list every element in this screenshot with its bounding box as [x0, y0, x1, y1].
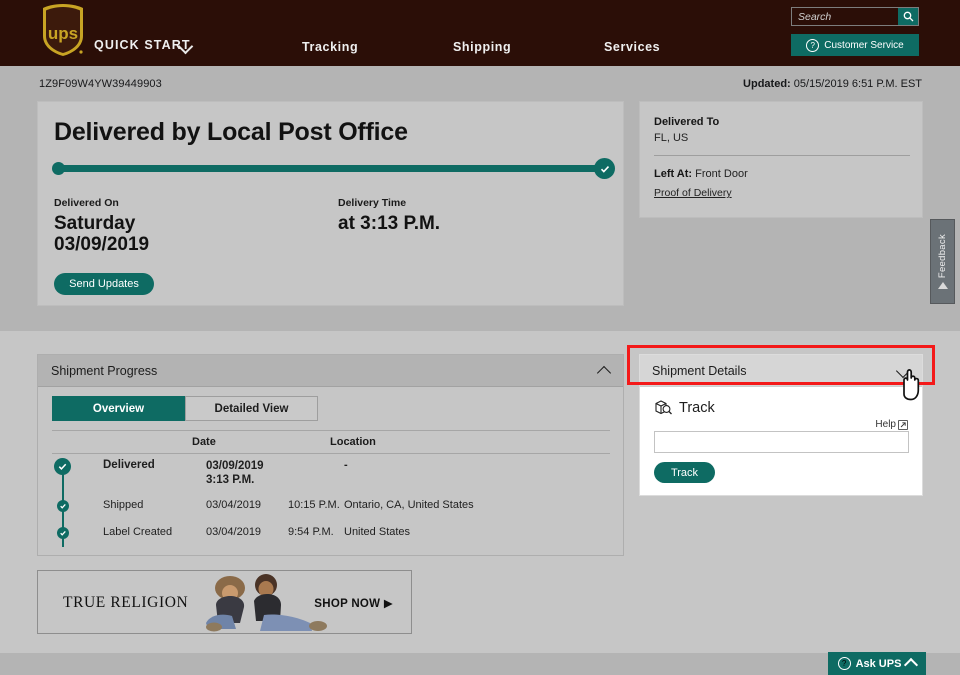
ask-ups-label: Ask UPS: [855, 657, 902, 670]
tab-detailed-view[interactable]: Detailed View: [185, 396, 318, 421]
header-divider: [0, 66, 960, 70]
help-link[interactable]: Help: [875, 419, 908, 430]
row-location: -: [344, 459, 348, 471]
nav-item-shipping[interactable]: Shipping: [453, 40, 511, 54]
row-time: 9:54 P.M.: [288, 526, 334, 538]
question-mark-icon: ?: [806, 38, 820, 52]
left-at-value: Front Door: [695, 168, 748, 180]
site-header: ups QUICK START Tracking Shipping Servic…: [0, 0, 960, 66]
check-icon: [600, 165, 609, 173]
table-header-divider: [52, 453, 610, 454]
search-button[interactable]: [898, 8, 918, 25]
table-top-divider: [52, 430, 610, 431]
nav-item-tracking[interactable]: Tracking: [302, 40, 358, 54]
row-status: Delivered: [103, 459, 155, 471]
tab-overview[interactable]: Overview: [52, 396, 185, 421]
row-location: United States: [344, 526, 411, 538]
delivered-on-day: Saturday: [54, 213, 136, 234]
column-header-location: Location: [330, 436, 376, 448]
delivered-on-label: Delivered On: [54, 197, 119, 209]
status-check-icon: [57, 500, 69, 512]
shipment-progress-tabs: Overview Detailed View: [52, 396, 318, 421]
proof-of-delivery-link[interactable]: Proof of Delivery: [654, 187, 732, 199]
tracking-number: 1Z9F09W4YW39449903: [39, 78, 162, 90]
external-link-icon: [898, 419, 908, 430]
delivery-time-value: at 3:13 P.M.: [338, 213, 441, 234]
ad-brand-name: True Religion: [63, 594, 189, 611]
feedback-tab[interactable]: Feedback: [930, 219, 955, 304]
question-mark-icon: ?: [837, 657, 851, 670]
shipment-progress-panel: Shipment Progress Overview Detailed View…: [37, 354, 624, 556]
search-input[interactable]: [792, 8, 898, 25]
updated-label: Updated:: [743, 78, 791, 90]
customer-service-label: Customer Service: [824, 39, 904, 51]
triangle-up-icon: [937, 282, 948, 290]
quick-start-label: QUICK START: [94, 38, 191, 52]
track-button[interactable]: Track: [654, 462, 715, 483]
row-status: Shipped: [103, 499, 144, 511]
row-location: Ontario, CA, United States: [344, 499, 474, 511]
advertisement-banner[interactable]: True Religion SHOP NOW ▶: [37, 570, 412, 634]
row-status: Label Created: [103, 526, 173, 538]
nav-label-shipping: Shipping: [453, 40, 512, 54]
shipment-progress-rows: Delivered 03/09/2019 3:13 P.M. - Shipped…: [52, 455, 612, 549]
search-icon: [903, 11, 913, 22]
progress-track: [54, 165, 609, 172]
status-check-icon: [57, 527, 69, 539]
track-section-heading: Track: [654, 399, 715, 417]
delivery-status-card: Delivered by Local Post Office Delivered…: [37, 101, 624, 306]
shipment-progress-title: Shipment Progress: [51, 364, 158, 378]
shipment-progress-header[interactable]: Shipment Progress: [38, 355, 623, 387]
row-date: 03/04/2019: [206, 499, 262, 511]
customer-service-button[interactable]: ? Customer Service: [791, 34, 919, 56]
footer-strip: [0, 653, 960, 675]
delivered-on-date: 03/09/2019: [54, 234, 150, 255]
shipment-details-card: Shipment Details Track Help Track: [639, 354, 923, 496]
track-heading-label: Track: [679, 400, 715, 416]
nav-label-tracking: Tracking: [302, 40, 359, 54]
search-box: [791, 7, 919, 26]
table-row: Shipped 03/04/2019 10:15 P.M. Ontario, C…: [52, 495, 612, 522]
triangle-right-icon: ▶: [383, 598, 393, 610]
row-time: 10:15 P.M.: [288, 499, 340, 511]
shipment-details-header[interactable]: Shipment Details: [640, 355, 922, 387]
feedback-label: Feedback: [937, 233, 948, 279]
delivered-to-panel: Delivered To FL, US Left At: Front Door …: [639, 101, 923, 218]
row-date-value: 03/09/2019: [206, 460, 264, 472]
send-updates-button[interactable]: Send Updates: [54, 273, 154, 295]
status-check-icon: [54, 458, 71, 475]
delivery-time-label: Delivery Time: [338, 197, 407, 209]
delivered-to-address: FL, US: [654, 132, 689, 144]
help-label: Help: [875, 419, 896, 430]
chevron-up-icon[interactable]: [596, 365, 612, 381]
chevron-up-icon: [904, 657, 919, 673]
ups-logo[interactable]: ups: [40, 3, 86, 57]
svg-text:ups: ups: [48, 24, 78, 43]
ad-cta: SHOP NOW ▶: [314, 596, 393, 610]
shipment-details-title: Shipment Details: [652, 364, 747, 378]
row-date: 03/04/2019: [206, 526, 262, 538]
track-number-input[interactable]: [654, 431, 909, 453]
ad-cta-label: SHOP NOW: [314, 598, 381, 610]
quick-start-menu[interactable]: QUICK START: [94, 38, 191, 52]
divider: [654, 155, 910, 156]
last-updated: Updated: 05/15/2019 6:51 P.M. EST: [743, 78, 922, 90]
left-at-row: Left At: Front Door: [654, 168, 748, 180]
progress-end-check: [594, 158, 615, 179]
row-date: 03/09/2019 3:13 P.M.: [206, 459, 264, 487]
updated-value: 05/15/2019 6:51 P.M. EST: [793, 78, 922, 90]
package-search-icon: [655, 400, 672, 415]
row-time-value: 3:13 P.M.: [206, 474, 255, 486]
column-header-date: Date: [192, 436, 216, 448]
delivered-to-title: Delivered To: [654, 116, 720, 128]
mouse-cursor-pointer: [896, 366, 930, 402]
progress-start-dot: [52, 162, 65, 175]
nav-label-services: Services: [604, 40, 661, 54]
nav-item-services[interactable]: Services: [604, 40, 660, 54]
ask-ups-button[interactable]: ? Ask UPS: [828, 652, 926, 675]
table-row: Label Created 03/04/2019 9:54 P.M. Unite…: [52, 522, 612, 549]
left-at-label: Left At:: [654, 168, 693, 180]
table-row: Delivered 03/09/2019 3:13 P.M. -: [52, 455, 612, 495]
delivery-status-title: Delivered by Local Post Office: [54, 118, 408, 146]
